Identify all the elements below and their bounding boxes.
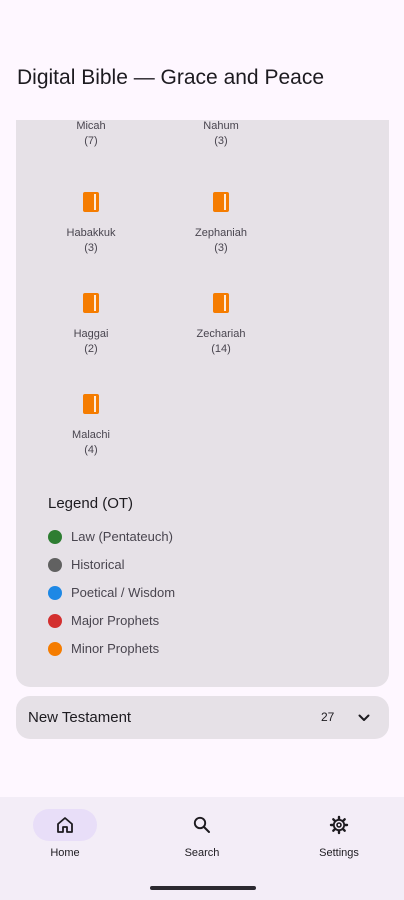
search-icon (193, 816, 210, 833)
book-chapter-count: (7) (84, 135, 98, 147)
page-title: Digital Bible — Grace and Peace (17, 66, 324, 89)
gear-icon (329, 815, 349, 835)
book-chapter-count: (4) (84, 444, 98, 456)
nav-item-settings[interactable]: Settings (289, 809, 389, 859)
legend-title: Legend (OT) (48, 495, 134, 512)
book-icon (213, 192, 229, 212)
book-name: Nahum (203, 120, 239, 132)
nav-item-home[interactable]: Home (15, 809, 115, 859)
legend-dot (48, 558, 62, 572)
book-item-malachi[interactable]: Malachi (4) (36, 394, 146, 458)
book-count-badge: 27 (321, 710, 335, 724)
chevron-down-icon[interactable] (356, 710, 372, 726)
book-name: Micah (76, 120, 106, 132)
status-bar (0, 0, 404, 24)
book-icon (83, 192, 99, 212)
old-testament-card: Micah (7) Nahum (3) Habakkuk (3) Zephani… (16, 120, 389, 687)
book-icon (213, 293, 229, 313)
book-item-micah[interactable]: Micah (7) (36, 120, 146, 149)
nav-label: Home (50, 847, 80, 859)
book-chapter-count: (3) (214, 242, 228, 254)
legend-dot (48, 614, 62, 628)
nav-label: Settings (319, 847, 359, 859)
book-item-zechariah[interactable]: Zechariah (14) (166, 293, 276, 357)
book-icon (83, 394, 99, 414)
book-icon (83, 293, 99, 313)
book-name: Habakkuk (66, 227, 116, 239)
book-item-zephaniah[interactable]: Zephaniah (3) (166, 192, 276, 256)
book-chapter-count: (3) (84, 242, 98, 254)
book-item-nahum[interactable]: Nahum (3) (166, 120, 276, 149)
nav-label: Search (184, 847, 220, 859)
book-name: Zephaniah (195, 227, 247, 239)
nav-pill (170, 809, 234, 841)
nav-pill (307, 809, 371, 841)
legend-label: Minor Prophets (71, 641, 160, 656)
legend-label: Law (Pentateuch) (71, 529, 173, 544)
gesture-home-indicator[interactable] (150, 886, 256, 890)
book-name: Haggai (73, 328, 109, 340)
book-item-haggai[interactable]: Haggai (2) (36, 293, 146, 357)
new-testament-section[interactable]: New Testament 27 (16, 696, 389, 739)
legend-label: Major Prophets (71, 613, 160, 628)
bottom-navigation: Home Search Settings (0, 797, 404, 900)
book-name: Malachi (72, 429, 110, 441)
legend-label: Poetical / Wisdom (71, 585, 176, 600)
legend-label: Historical (71, 557, 125, 572)
section-title: New Testament (28, 709, 132, 726)
book-chapter-count: (3) (214, 135, 228, 147)
home-icon (57, 817, 73, 833)
book-name: Zechariah (196, 328, 246, 340)
nav-item-search[interactable]: Search (152, 809, 252, 859)
book-chapter-count: (14) (211, 343, 231, 355)
legend-dot (48, 586, 62, 600)
legend-dot (48, 530, 62, 544)
legend-dot (48, 642, 62, 656)
nav-active-indicator (33, 809, 97, 841)
book-chapter-count: (2) (84, 343, 98, 355)
book-item-habakkuk[interactable]: Habakkuk (3) (36, 192, 146, 256)
